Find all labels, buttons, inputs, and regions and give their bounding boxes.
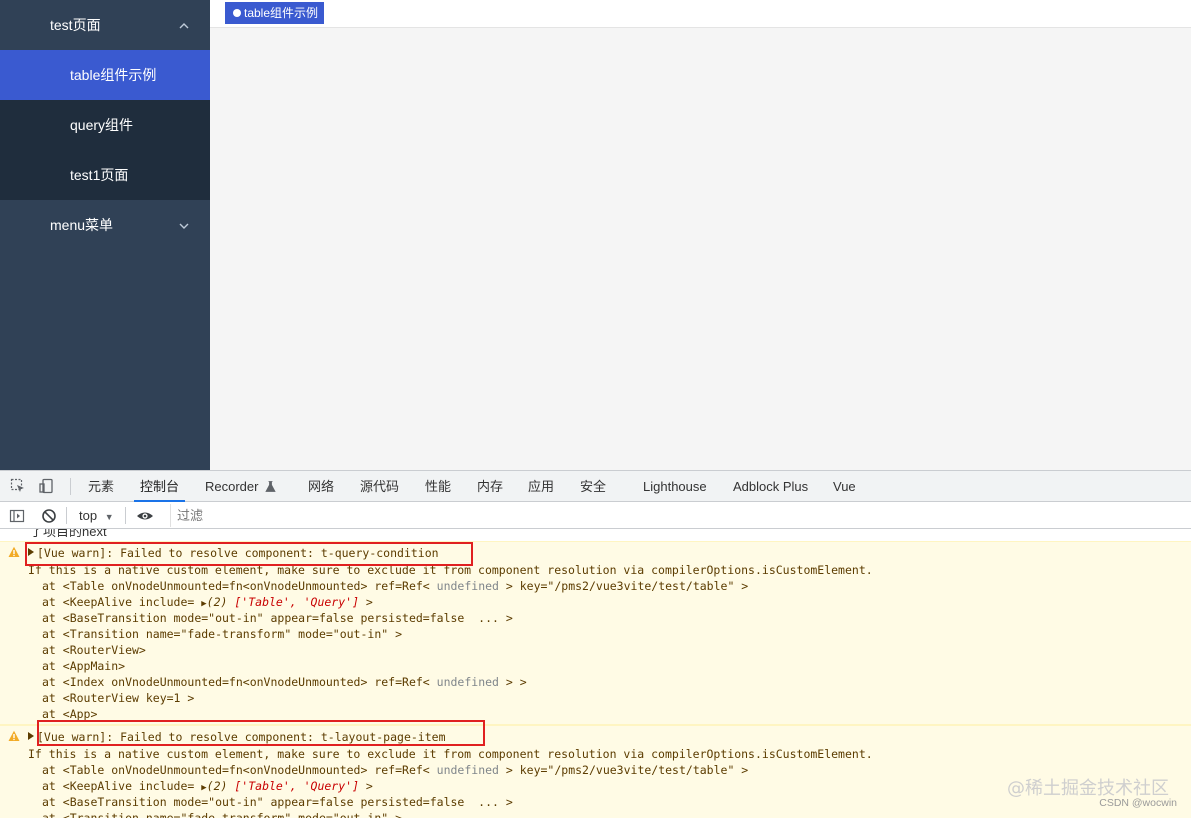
divider: [70, 478, 71, 495]
dropdown-arrow-icon: ▼: [104, 512, 114, 522]
stack-line: at <Transition name="fade-transform" mod…: [42, 810, 1191, 818]
divider: [125, 507, 126, 524]
console-toolbar: top ▼: [0, 502, 1191, 529]
stack-line: at <KeepAlive include= ▶(2) ['Table', 'Q…: [42, 594, 1191, 610]
sidebar-toggle-icon[interactable]: [9, 508, 25, 524]
stack-text: at <Transition name="fade-transform" mod…: [42, 627, 403, 641]
stack-text: at <KeepAlive include= ▶(2) ['Table', 'Q…: [42, 779, 373, 793]
stack-text: at <AppMain>: [42, 659, 126, 673]
app-root: test页面 table组件示例 query组件 test1页面 menu菜单 …: [0, 0, 1191, 818]
expand-triangle-icon: [28, 732, 34, 740]
sidebar-group-label: test页面: [50, 17, 101, 33]
stack-text: > key="/pms2/vue3vite/test/table" >: [498, 763, 749, 777]
tab-security[interactable]: 安全: [580, 471, 606, 502]
chevron-down-icon: [178, 200, 190, 250]
stack-line: at <App>: [42, 706, 1191, 722]
stack-text: at <BaseTransition mode="out-in" appear=…: [42, 795, 513, 809]
tab-recorder[interactable]: Recorder: [205, 471, 276, 502]
tab-sources[interactable]: 源代码: [360, 471, 399, 502]
warning-header[interactable]: [Vue warn]: Failed to resolve component:…: [0, 728, 1191, 746]
stack-text: at <Table onVnodeUnmounted=fn<onVnodeUnm…: [42, 579, 437, 593]
tag-table[interactable]: table组件示例: [225, 2, 325, 24]
stack-text: at <Index onVnodeUnmounted=fn<onVnodeUnm…: [42, 675, 437, 689]
sidebar-item-table[interactable]: table组件示例: [0, 50, 210, 100]
stack-text: at <RouterView>: [42, 643, 146, 657]
stack-text: undefined: [436, 763, 499, 777]
filter-input[interactable]: [170, 504, 1185, 527]
warning-header[interactable]: [Vue warn]: Failed to resolve component:…: [0, 544, 1191, 562]
submenu-test: table组件示例 query组件 test1页面: [0, 50, 210, 200]
sidebar-group-label: menu菜单: [50, 217, 114, 233]
stack-trace: at <Table onVnodeUnmounted=fn<onVnodeUnm…: [0, 578, 1191, 722]
stack-line: at <BaseTransition mode="out-in" appear=…: [42, 610, 1191, 626]
stack-line: at <Transition name="fade-transform" mod…: [42, 626, 1191, 642]
stack-text: at <RouterView key=1 >: [42, 691, 195, 705]
tab-console[interactable]: 控制台: [134, 471, 186, 502]
tab-performance[interactable]: 性能: [425, 471, 451, 502]
stack-text: at <Transition name="fade-transform" mod…: [42, 811, 403, 818]
warning-text: [Vue warn]: Failed to resolve component:…: [37, 730, 446, 744]
tab-vue[interactable]: Vue: [833, 471, 856, 502]
tab-elements[interactable]: 元素: [88, 471, 114, 502]
credit-text: CSDN @wocwin: [1099, 797, 1177, 809]
context-select[interactable]: top ▼: [79, 506, 114, 525]
warning-detail: If this is a native custom element, make…: [28, 747, 873, 761]
stack-text: undefined: [436, 579, 499, 593]
warning-text: [Vue warn]: Failed to resolve component:…: [37, 546, 439, 560]
devtools-panel: 元素 控制台 Recorder 网络 源代码 性能 内存 应用 安全 Light…: [0, 470, 1191, 818]
sidebar-item-query[interactable]: query组件: [0, 100, 210, 150]
tab-lighthouse[interactable]: Lighthouse: [643, 471, 707, 502]
console-warning: [Vue warn]: Failed to resolve component:…: [0, 725, 1191, 818]
stack-line: at <RouterView>: [42, 642, 1191, 658]
context-value: top: [79, 508, 98, 523]
stack-text: at <KeepAlive include= ▶(2) ['Table', 'Q…: [42, 595, 373, 609]
console-warning: [Vue warn]: Failed to resolve component:…: [0, 541, 1191, 725]
stack-line: at <RouterView key=1 >: [42, 690, 1191, 706]
tags-view: table组件示例: [210, 0, 1191, 28]
tab-application[interactable]: 应用: [528, 471, 554, 502]
tab-memory[interactable]: 内存: [477, 471, 503, 502]
stack-text: > key="/pms2/vue3vite/test/table" >: [498, 579, 749, 593]
warning-detail: If this is a native custom element, make…: [28, 563, 873, 577]
stack-text: at <Table onVnodeUnmounted=fn<onVnodeUnm…: [42, 763, 437, 777]
device-toolbar-icon[interactable]: [39, 478, 55, 494]
main-content: table组件示例: [210, 0, 1191, 470]
tab-adblock-plus[interactable]: Adblock Plus: [733, 471, 808, 502]
divider: [66, 507, 67, 524]
sidebar-group-test[interactable]: test页面: [0, 0, 210, 50]
stack-text: at <App>: [42, 707, 98, 721]
stack-text: undefined: [436, 675, 499, 689]
tab-network[interactable]: 网络: [308, 471, 334, 502]
active-dot-icon: [233, 9, 241, 17]
stack-text: > >: [498, 675, 527, 689]
tab-recorder-label: Recorder: [205, 479, 259, 494]
stack-line: at <Index onVnodeUnmounted=fn<onVnodeUnm…: [42, 674, 1191, 690]
expand-triangle-icon: [28, 548, 34, 556]
sidebar-item-test1[interactable]: test1页面: [0, 150, 210, 200]
clear-console-icon[interactable]: [41, 508, 57, 524]
eye-icon[interactable]: [136, 508, 154, 524]
sidebar-group-menu[interactable]: menu菜单: [0, 200, 210, 250]
tag-label: table组件示例: [244, 6, 319, 20]
stack-text: at <BaseTransition mode="out-in" appear=…: [42, 611, 513, 625]
inspect-element-icon[interactable]: [10, 478, 26, 494]
console-message-partial: 了项目的next: [30, 529, 107, 539]
flask-icon: [265, 481, 276, 492]
stack-line: at <Table onVnodeUnmounted=fn<onVnodeUnm…: [42, 578, 1191, 594]
devtools-tabbar: 元素 控制台 Recorder 网络 源代码 性能 内存 应用 安全 Light…: [0, 471, 1191, 502]
chevron-up-icon: [178, 0, 190, 50]
sidebar: test页面 table组件示例 query组件 test1页面 menu菜单: [0, 0, 210, 470]
stack-line: at <AppMain>: [42, 658, 1191, 674]
